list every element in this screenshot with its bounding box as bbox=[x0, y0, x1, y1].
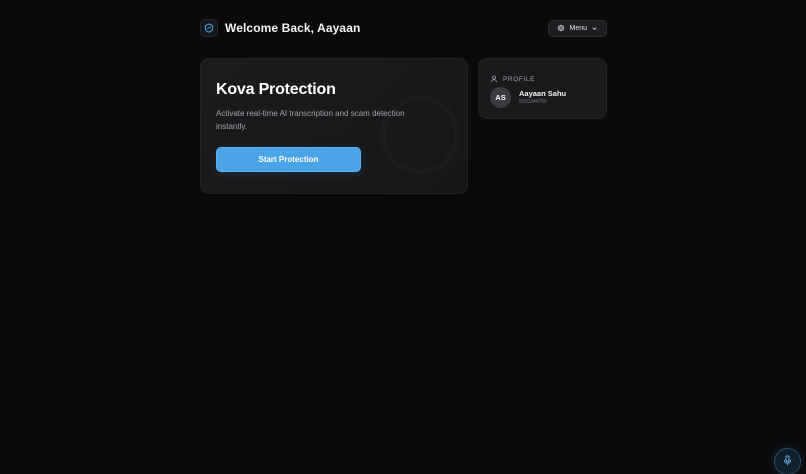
microphone-button[interactable] bbox=[774, 448, 801, 474]
profile-phone: 5510244756 bbox=[519, 99, 547, 105]
menu-button[interactable]: Menu bbox=[548, 19, 607, 37]
brand: Welcome Back, Aayaan bbox=[200, 19, 360, 37]
gear-icon bbox=[557, 24, 565, 32]
profile-name: Aayaan Sahu bbox=[519, 89, 567, 98]
chevron-down-icon bbox=[591, 25, 598, 32]
user-icon bbox=[490, 70, 498, 88]
welcome-title: Welcome Back, Aayaan bbox=[225, 21, 361, 35]
microphone-icon bbox=[782, 453, 793, 471]
dashboard-page: Welcome Back, Aayaan Menu Kova Protectio… bbox=[0, 0, 806, 474]
shield-logo-icon bbox=[200, 19, 218, 37]
profile-header: PROFILE bbox=[490, 70, 535, 88]
protection-title: Kova Protection bbox=[216, 81, 336, 98]
start-protection-button[interactable]: Start Protection bbox=[216, 147, 361, 172]
header: Welcome Back, Aayaan Menu bbox=[200, 17, 607, 39]
menu-label: Menu bbox=[569, 24, 587, 32]
decorative-ring bbox=[380, 95, 460, 175]
profile-section-label: PROFILE bbox=[503, 75, 536, 83]
avatar: AS bbox=[490, 87, 511, 108]
profile-card: PROFILE AS Aayaan Sahu 5510244756 bbox=[478, 58, 607, 119]
